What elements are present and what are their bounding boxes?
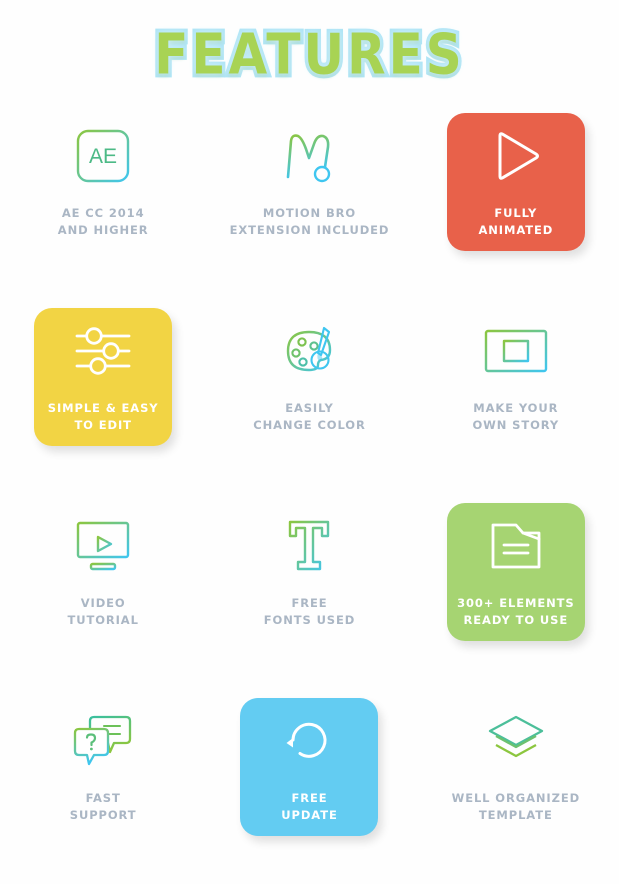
feature-item-ae-cc-2014[interactable]: AE AE CC 2014 AND HIGHER xyxy=(0,105,206,300)
features-grid: AE AE CC 2014 AND HIGHER MOTION BRO EXTE… xyxy=(0,105,619,884)
feature-label: SIMPLE & EASY TO EDIT xyxy=(47,401,159,433)
feature-label: FAST SUPPORT xyxy=(69,791,137,823)
feature-label: MOTION BRO EXTENSION INCLUDED xyxy=(229,206,390,238)
feature-item-make-your-own-story[interactable]: MAKE YOUR OWN STORY xyxy=(413,300,619,495)
monitor-play-icon xyxy=(0,513,206,579)
feature-item-free-fonts-used[interactable]: FREE FONTS USED xyxy=(206,495,412,690)
layers-stack-icon xyxy=(413,708,619,774)
feature-item-fully-animated[interactable]: FULLY ANIMATED xyxy=(413,105,619,300)
features-page: FEATURES AE AE CC 2014 AND HIGHER MOTION… xyxy=(0,0,619,884)
svg-text:AE: AE xyxy=(89,145,117,168)
ae-logo-icon: AE xyxy=(0,123,206,189)
film-strip-icon xyxy=(413,318,619,384)
feature-item-easily-change-color[interactable]: EASILY CHANGE COLOR xyxy=(206,300,412,495)
feature-item-well-organized-template[interactable]: WELL ORGANIZED TEMPLATE xyxy=(413,690,619,884)
feature-label: MAKE YOUR OWN STORY xyxy=(472,401,560,433)
page-title: FEATURES xyxy=(151,18,465,91)
play-triangle-icon xyxy=(413,123,619,189)
feature-item-video-tutorial[interactable]: VIDEO TUTORIAL xyxy=(0,495,206,690)
feature-item-300-elements[interactable]: 300+ ELEMENTS READY TO USE xyxy=(413,495,619,690)
feature-label: WELL ORGANIZED TEMPLATE xyxy=(451,791,581,823)
refresh-circle-icon xyxy=(206,708,412,774)
feature-item-simple-easy-to-edit[interactable]: SIMPLE & EASY TO EDIT xyxy=(0,300,206,495)
chat-bubbles-question-icon xyxy=(0,708,206,774)
page-title-wrap: FEATURES xyxy=(0,18,619,102)
feature-label: AE CC 2014 AND HIGHER xyxy=(57,206,149,238)
feature-label: 300+ ELEMENTS READY TO USE xyxy=(457,596,575,628)
serif-t-icon xyxy=(206,513,412,579)
feature-label: FREE UPDATE xyxy=(281,791,338,823)
feature-label: EASILY CHANGE COLOR xyxy=(253,401,366,433)
folder-document-icon xyxy=(413,513,619,579)
feature-label: FREE FONTS USED xyxy=(263,596,356,628)
motion-bro-m-icon xyxy=(206,123,412,189)
feature-label: FULLY ANIMATED xyxy=(478,206,554,238)
paint-palette-icon xyxy=(206,318,412,384)
sliders-icon xyxy=(0,318,206,384)
feature-item-motion-bro[interactable]: MOTION BRO EXTENSION INCLUDED xyxy=(206,105,412,300)
feature-label: VIDEO TUTORIAL xyxy=(67,596,139,628)
feature-item-fast-support[interactable]: FAST SUPPORT xyxy=(0,690,206,884)
feature-item-free-update[interactable]: FREE UPDATE xyxy=(206,690,412,884)
